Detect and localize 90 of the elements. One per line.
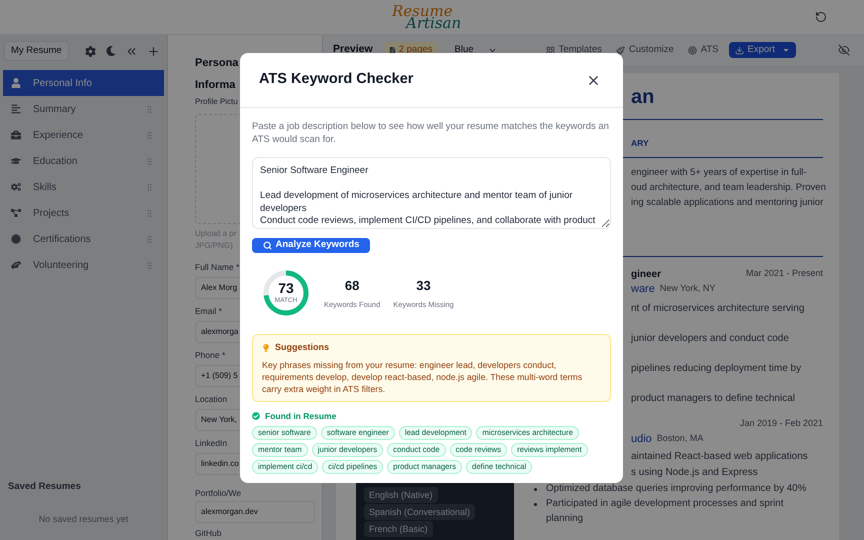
- field-label: Phone *: [195, 349, 226, 361]
- job-dates: Mar 2021 - Present: [746, 267, 823, 280]
- job-title: gineer: [631, 268, 662, 282]
- field-label: GitHub: [195, 527, 222, 539]
- add-icon[interactable]: [146, 44, 160, 58]
- target-icon: [688, 46, 697, 54]
- language-tag: English (Native): [364, 487, 438, 503]
- job-dates: Jan 2019 - Feb 2021: [740, 417, 823, 430]
- search-icon: [262, 241, 272, 250]
- language-tag: French (Basic): [364, 521, 433, 537]
- field-label: Profile Pictu: [195, 96, 238, 108]
- bullet-text: Optimized database queries improving performance by 40%: [546, 482, 808, 496]
- briefcase-icon: [11, 130, 21, 140]
- drag-handle-icon[interactable]: [145, 104, 154, 114]
- sidebar-item[interactable]: Experience: [3, 122, 164, 148]
- toolbar-button[interactable]: Customize: [616, 42, 674, 58]
- bullet-text: Participated in agile development processes and sprint planning: [546, 497, 784, 526]
- brush-icon: [616, 46, 625, 54]
- drag-handle-icon[interactable]: [145, 234, 154, 244]
- lines-icon: [11, 104, 21, 114]
- bullet-text: junior developers and conduct code: [631, 332, 789, 346]
- lightbulb-icon: [262, 344, 270, 352]
- toolbar-button[interactable]: Templates: [546, 42, 602, 58]
- settings-icon[interactable]: [84, 46, 96, 56]
- undo-icon[interactable]: [815, 11, 827, 23]
- drag-handle-icon[interactable]: [145, 130, 154, 140]
- summary-line: ing scalable applications and mentoring junior: [631, 196, 824, 210]
- field-label: LinkedIn: [195, 437, 228, 449]
- diagram-icon: [11, 208, 21, 218]
- graduation-cap-icon: [11, 156, 21, 166]
- sidebar-item[interactable]: Skills: [3, 174, 164, 200]
- score-value: 73: [278, 280, 294, 296]
- bullet-text: s using Node.js and Express: [631, 466, 758, 480]
- field-label: Email *: [195, 305, 222, 317]
- stat-value: 68: [344, 277, 360, 296]
- user-icon: [11, 78, 21, 88]
- empty-message: No saved resumes yet: [38, 512, 130, 526]
- section-title: Saved Resumes: [7, 480, 82, 494]
- sidebar-item[interactable]: Personal Info: [3, 70, 164, 96]
- suggestions-title: Suggestions: [275, 341, 330, 354]
- sidebar-item[interactable]: Education: [3, 148, 164, 174]
- input-field[interactable]: alexmorgan.dev: [195, 501, 315, 523]
- drag-handle-icon[interactable]: [145, 182, 154, 192]
- drag-handle-icon[interactable]: [145, 156, 154, 166]
- summary-line: engineer with 5+ years of expertise in full-: [631, 166, 807, 180]
- field-label: Location: [195, 393, 228, 405]
- job-description-field[interactable]: Senior Software Engineer Lead development of microservices architecture and mentor team of junior developers Conduct code reviews, implement CI/CD pipelines, and collaborate with product: [252, 157, 611, 229]
- analyze-button[interactable]: Analyze Keywords: [252, 238, 370, 253]
- hide-icon[interactable]: [838, 44, 850, 56]
- company-name: udio: [631, 432, 652, 447]
- language-tag: Spanish (Conversational): [364, 504, 476, 520]
- moon-icon[interactable]: [106, 46, 116, 56]
- form-title: Persona: [195, 56, 238, 71]
- caret-icon: [782, 46, 790, 54]
- sidebar-item[interactable]: Volunteering: [3, 252, 164, 278]
- scheme-select[interactable]: Blue: [454, 42, 497, 58]
- bullet-text: nt of microservices architecture serving: [631, 302, 804, 316]
- logo[interactable]: Resume Artisan: [392, 5, 462, 29]
- sidebar-item[interactable]: Summary: [3, 96, 164, 122]
- download-icon: [734, 46, 744, 54]
- resume-selector[interactable]: My Resume: [4, 41, 69, 61]
- section-heading: ARY: [631, 138, 649, 148]
- resume-name: an: [631, 86, 654, 108]
- job-location: Boston, MA: [656, 432, 704, 446]
- field-label: Full Name *: [195, 261, 240, 273]
- stat-value: 33: [416, 277, 431, 296]
- form-title: Informa: [195, 78, 236, 93]
- document-icon: [388, 46, 396, 54]
- bullet-text: product managers to define technical: [631, 392, 795, 406]
- summary-line: oud architecture, and team leadership. Proven: [631, 181, 826, 195]
- sidebar-item[interactable]: Certifications: [3, 226, 164, 252]
- toolbar-button[interactable]: ATS: [688, 42, 719, 58]
- preview-title: Preview: [333, 42, 373, 58]
- field-label: Portfolio/We: [195, 487, 242, 499]
- drag-handle-icon[interactable]: [145, 208, 154, 218]
- bullet-text: pipelines reducing deployment time by: [631, 362, 802, 376]
- seal-icon: [11, 234, 21, 244]
- found-title: Found in Resume: [265, 410, 336, 422]
- suggestions-text: Key phrases missing from your resume: engineer lead, developers conduct, requirements develop, develop react-based, node.js agile. These multi-word terms carry extra weight in ATS filters.: [262, 358, 584, 394]
- modal-description: Paste a job description below to see how well your resume matches the keywords an ATS would scan for.: [252, 120, 610, 146]
- grid-icon: [546, 46, 555, 54]
- hands-icon: [11, 260, 21, 270]
- export-button[interactable]: Export: [728, 42, 796, 58]
- drag-handle-icon[interactable]: [145, 260, 154, 270]
- modal-title: ATS Keyword Checker: [259, 70, 414, 90]
- bullet-text: aintained React-based web applications: [631, 450, 808, 464]
- gears-icon: [11, 182, 21, 192]
- job-location: New York, NY: [660, 282, 716, 296]
- sidebar-item[interactable]: Projects: [3, 200, 164, 226]
- company-name: ware: [631, 282, 655, 297]
